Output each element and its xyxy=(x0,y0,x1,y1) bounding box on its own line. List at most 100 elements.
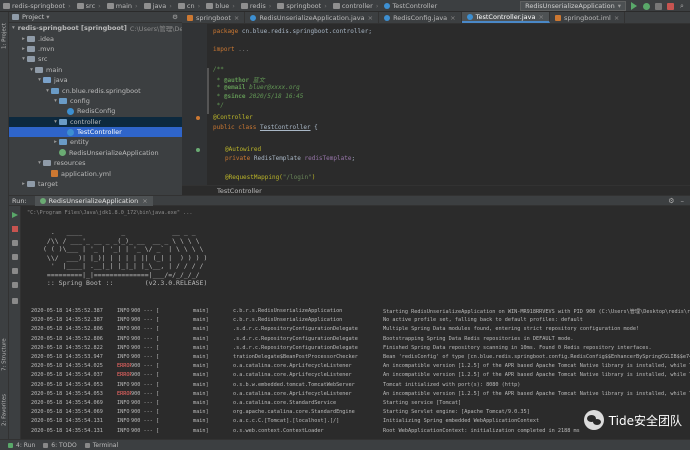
tree-item[interactable]: ▸ .mvn xyxy=(9,44,182,54)
editor-tab[interactable]: springboot.iml × xyxy=(550,12,626,23)
tree-item[interactable]: ▾ main xyxy=(9,65,182,75)
close-icon[interactable]: × xyxy=(614,14,619,22)
chevron-down-icon[interactable]: ▾ xyxy=(12,25,15,31)
chevron-right-icon[interactable]: ▸ xyxy=(52,139,59,145)
run-configuration-select[interactable]: RedisUnserializeApplication ▾ xyxy=(520,1,626,11)
chevron-right-icon[interactable]: ▸ xyxy=(20,181,27,187)
close-icon[interactable]: × xyxy=(450,14,455,22)
autowired-gutter-icon[interactable] xyxy=(196,148,200,152)
minimize-icon[interactable]: – xyxy=(681,197,685,205)
bean-gutter-icon[interactable] xyxy=(196,116,200,120)
close-icon[interactable]: × xyxy=(368,14,373,22)
chevron-down-icon[interactable]: ▾ xyxy=(28,67,35,73)
tree-item[interactable]: ▾ cn.blue.redis.springboot xyxy=(9,85,182,95)
breadcrumb-item[interactable]: springboot › xyxy=(274,2,329,10)
log-time: 2020-05-18 14:35:54.131 xyxy=(31,427,103,434)
chevron-right-icon: › xyxy=(232,1,235,10)
breadcrumb-label: blue xyxy=(215,1,230,10)
tree-item[interactable]: ▾ src xyxy=(9,54,182,64)
log-thread: main] xyxy=(193,317,209,324)
chevron-down-icon[interactable]: ▾ xyxy=(44,88,51,94)
todo-icon xyxy=(43,442,49,448)
tree-item[interactable]: ▾ config xyxy=(9,96,182,106)
close-icon[interactable]: × xyxy=(234,14,239,22)
folder-icon xyxy=(43,160,51,167)
chevron-down-icon[interactable]: ▾ xyxy=(20,56,27,62)
gear-icon[interactable]: ⚙ xyxy=(172,13,178,21)
chevron-down-icon[interactable]: ▾ xyxy=(46,13,49,21)
project-panel-title[interactable]: Project xyxy=(22,13,44,21)
tree-item[interactable]: RedisConfig xyxy=(9,106,182,116)
tree-item[interactable]: ▾ redis-springboot [springboot] C:\Users\管… xyxy=(9,23,191,33)
editor-tab-label: RedisConfig.java xyxy=(393,13,448,22)
run-tab[interactable]: RedisUnserializeApplication × xyxy=(34,195,153,206)
chevron-right-icon[interactable]: ▸ xyxy=(20,36,27,42)
project-tool-tab[interactable]: 1: Project xyxy=(0,16,9,56)
camera-icon[interactable] xyxy=(12,254,18,260)
breadcrumb-item[interactable]: redis › xyxy=(238,2,274,10)
stop-button[interactable] xyxy=(12,226,18,232)
tree-item[interactable]: ▾ controller xyxy=(9,116,182,127)
log-pid: 900 --- [ xyxy=(131,308,160,314)
statusbar-terminal[interactable]: Terminal xyxy=(84,442,118,449)
tree-item[interactable]: ▸ entity xyxy=(9,137,182,147)
breadcrumb-item[interactable]: controller › xyxy=(330,2,382,10)
statusbar-run[interactable]: 4: Run xyxy=(8,442,35,449)
breadcrumb-item[interactable]: java › xyxy=(141,2,175,10)
editor-tab[interactable]: TestController.java × xyxy=(461,12,550,23)
breadcrumb-item[interactable]: cn › xyxy=(175,2,203,10)
breadcrumb-item[interactable]: src › xyxy=(74,2,104,10)
tree-item[interactable]: RedisUnserializeApplication xyxy=(9,148,182,158)
editor-breadcrumb[interactable]: TestController xyxy=(182,185,690,195)
close-icon[interactable]: × xyxy=(142,197,147,205)
breadcrumb-item[interactable]: main › xyxy=(104,2,141,10)
folder-icon xyxy=(106,2,114,9)
editor-tab[interactable]: RedisConfig.java × xyxy=(379,12,462,23)
folder-icon xyxy=(332,2,340,9)
tree-item[interactable]: ▸ .idea xyxy=(9,33,182,43)
editor-tab[interactable]: springboot × xyxy=(182,12,246,23)
debug-button[interactable] xyxy=(642,2,650,10)
chevron-down-icon[interactable]: ▾ xyxy=(36,160,43,166)
breadcrumb-item[interactable]: redis-springboot › xyxy=(0,2,74,10)
structure-tool-tab[interactable]: 7: Structure xyxy=(0,332,9,378)
code-line-package: package cn.blue.redis.springboot.control… xyxy=(213,28,372,35)
gear-icon[interactable]: ⚙ xyxy=(668,197,674,205)
rerun-button[interactable] xyxy=(12,212,18,218)
close-icon[interactable]: × xyxy=(539,13,544,21)
tree-item[interactable]: TestController xyxy=(9,126,182,138)
favorites-tool-tab[interactable]: 2: Favorites xyxy=(0,387,9,433)
breadcrumb-label: java xyxy=(152,1,167,10)
tree-item[interactable]: ▸ target xyxy=(9,179,182,189)
run-button[interactable] xyxy=(630,2,638,10)
breadcrumb-item[interactable]: TestController xyxy=(381,2,440,10)
search-button[interactable]: ⌕ xyxy=(678,2,686,10)
print-icon[interactable] xyxy=(12,282,18,288)
folder-icon xyxy=(206,2,214,9)
run-console[interactable]: "C:\Program Files\Java\jdk1.8.0_172\bin\… xyxy=(21,206,690,439)
spring-boot-icon xyxy=(59,149,66,157)
chevron-right-icon[interactable]: ▸ xyxy=(20,46,27,52)
scroll-to-end-icon[interactable] xyxy=(12,268,18,274)
stop-button[interactable] xyxy=(666,2,674,10)
restore-layout-button[interactable] xyxy=(12,240,18,246)
chevron-down-icon[interactable]: ▾ xyxy=(36,77,43,83)
tree-item[interactable]: application.yml xyxy=(9,168,182,178)
code-line-author: * @author 蓝文 xyxy=(213,77,265,84)
editor-tab[interactable]: RedisUnserializeApplication.java × xyxy=(245,12,380,23)
breadcrumb-item[interactable]: blue › xyxy=(203,2,238,10)
tree-item[interactable]: ▾ resources xyxy=(9,158,182,168)
pin-icon[interactable] xyxy=(12,298,18,304)
chevron-down-icon[interactable]: ▾ xyxy=(52,98,59,104)
log-time: 2020-05-18 14:35:54.037 xyxy=(31,372,103,379)
code-editor[interactable]: package cn.blue.redis.springboot.control… xyxy=(207,24,690,185)
bug-icon xyxy=(642,2,650,10)
chevron-down-icon[interactable]: ▾ xyxy=(52,119,59,125)
breadcrumb-label: src xyxy=(85,1,96,10)
code-line-class-declaration: public class TestController { xyxy=(213,124,318,131)
tree-item[interactable]: ▾ java xyxy=(9,75,182,85)
log-pid: 900 --- [ xyxy=(131,400,160,406)
tree-item-label: redis-springboot [springboot] xyxy=(17,24,127,33)
statusbar-todo[interactable]: 6: TODO xyxy=(43,442,77,449)
coverage-button[interactable] xyxy=(654,2,662,10)
